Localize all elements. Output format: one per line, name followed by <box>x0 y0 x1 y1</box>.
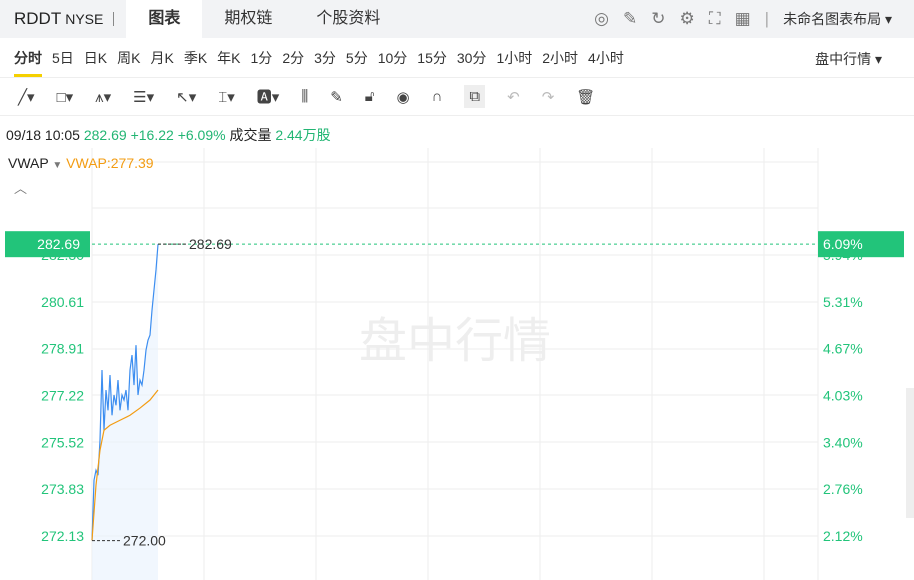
collapse-icon[interactable]: ︿ <box>14 178 27 197</box>
current-price-label: 282.69 <box>37 236 80 252</box>
quote-pct: +6.09% <box>177 127 226 143</box>
pct-tick-label: 2.12% <box>823 528 863 544</box>
price-chart[interactable]: 盘中行情282.305.94%280.615.31%278.914.67%277… <box>0 0 914 580</box>
low-label: 272.00 <box>123 533 166 549</box>
current-pct-label: 6.09% <box>823 236 863 252</box>
price-area <box>92 244 158 580</box>
volume-value: 2.44万股 <box>275 127 331 143</box>
pct-tick-label: 3.40% <box>823 434 863 450</box>
y-tick-label: 280.61 <box>41 294 84 310</box>
quote-datetime: 09/18 10:05 <box>6 127 80 143</box>
pct-tick-label: 4.67% <box>823 341 863 357</box>
volume-label: 成交量 <box>229 127 272 143</box>
quote-info: 09/18 10:05 282.69 +16.22 +6.09% 成交量 2.4… <box>6 125 331 145</box>
y-tick-label: 273.83 <box>41 481 84 497</box>
watermark: 盘中行情 <box>359 313 551 369</box>
quote-change: +16.22 <box>130 127 174 143</box>
scroll-handle[interactable] <box>906 388 914 518</box>
indicator-value: VWAP:277.39 <box>66 155 154 171</box>
pct-tick-label: 5.31% <box>823 294 863 310</box>
y-tick-label: 277.22 <box>41 387 84 403</box>
y-tick-label: 272.13 <box>41 528 84 544</box>
y-tick-label: 278.91 <box>41 341 84 357</box>
caret-down-icon[interactable]: ▼ <box>52 160 62 171</box>
y-tick-label: 275.52 <box>41 434 84 450</box>
indicator-name[interactable]: VWAP <box>8 155 48 171</box>
pct-tick-label: 2.76% <box>823 481 863 497</box>
high-label: 282.69 <box>189 236 232 252</box>
pct-tick-label: 4.03% <box>823 387 863 403</box>
quote-price: 282.69 <box>83 127 127 143</box>
indicator-legend: VWAP ▼ VWAP:277.39 <box>8 155 154 171</box>
